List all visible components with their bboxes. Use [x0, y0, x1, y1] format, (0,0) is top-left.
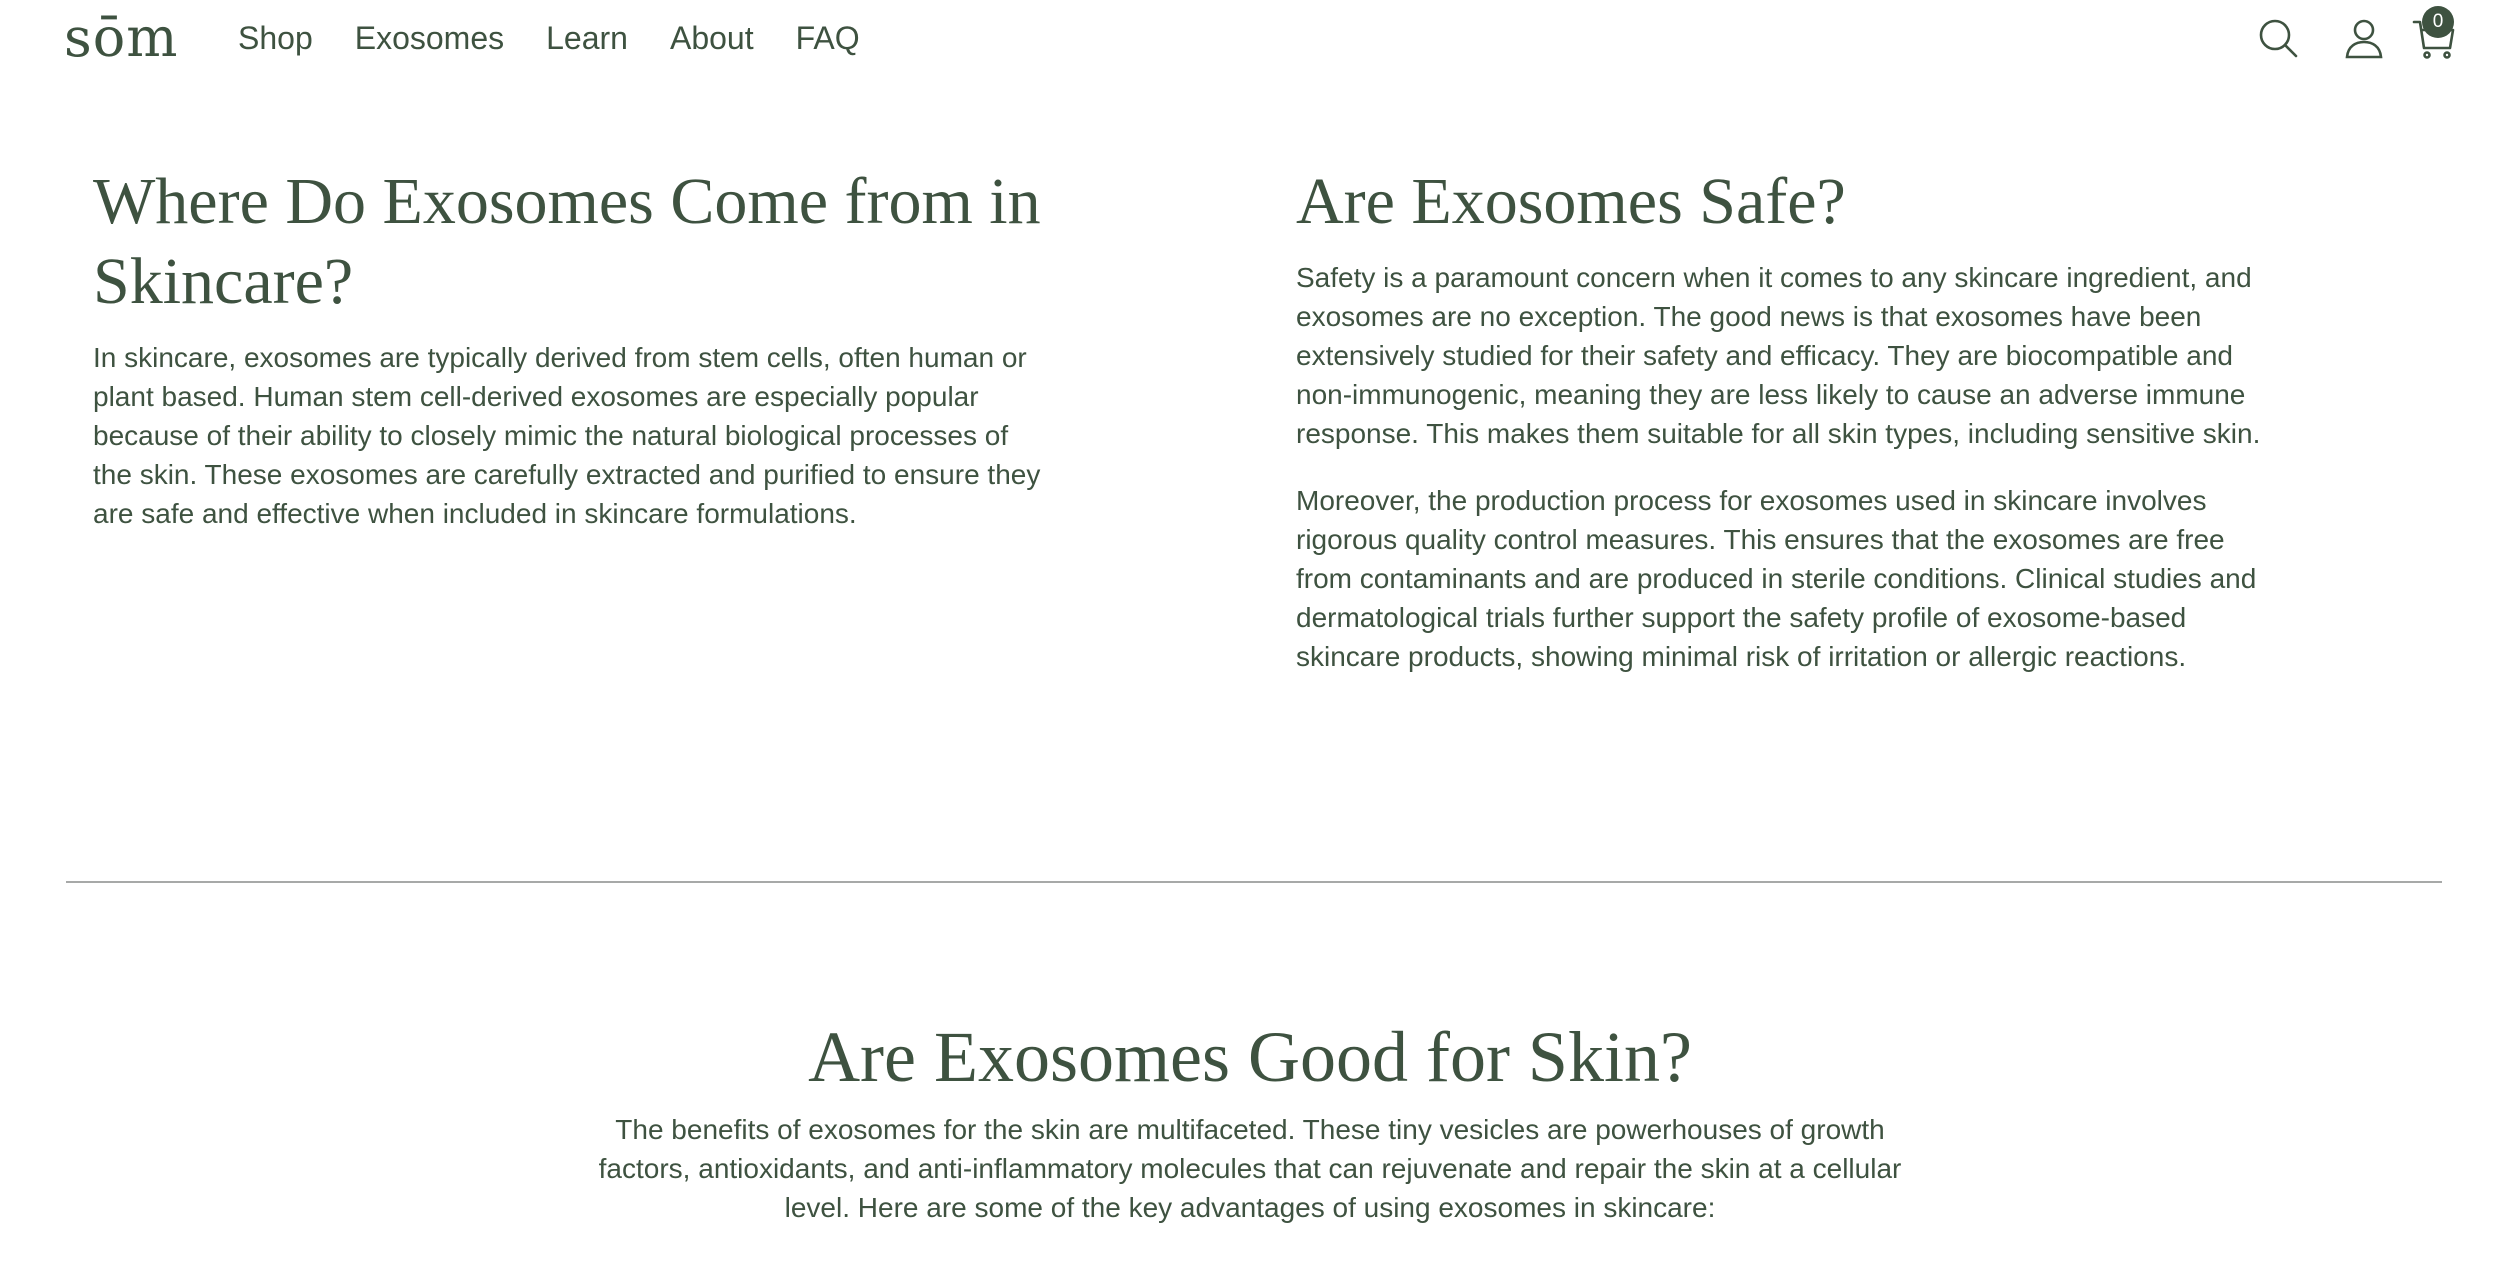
section-paragraph: The benefits of exosomes for the skin ar…	[598, 1114, 1902, 1223]
exosome-safety-section: Are Exosomes Safe? Safety is a paramount…	[1296, 162, 2276, 676]
section-title: Where Do Exosomes Come from in Skincare?	[93, 165, 1041, 318]
search-icon[interactable]	[2256, 16, 2300, 60]
nav-shop-link[interactable]: Shop	[238, 18, 313, 58]
account-icon[interactable]	[2342, 16, 2386, 60]
exosome-benefits-section: Are Exosomes Good for Skin? The benefits…	[0, 1012, 2500, 1227]
section-title: Are Exosomes Safe?	[1296, 165, 1846, 238]
section-paragraph: Safety is a paramount concern when it co…	[1296, 262, 2261, 449]
nav-about-link[interactable]: About	[670, 18, 754, 58]
section-divider	[66, 881, 2442, 883]
section-paragraph: In skincare, exosomes are typically deri…	[93, 342, 1041, 529]
cart-count-badge: 0	[2422, 6, 2454, 38]
brand-logo[interactable]: sōm	[64, 6, 178, 70]
section-title: Are Exosomes Good for Skin?	[808, 1017, 1692, 1097]
site-header: sōm Shop Exosomes Learn About FAQ 0	[0, 0, 2500, 80]
nav-learn-link[interactable]: Learn	[546, 18, 628, 58]
exosome-source-section: Where Do Exosomes Come from in Skincare?…	[93, 162, 1093, 533]
nav-exosomes-link[interactable]: Exosomes	[355, 18, 504, 58]
section-paragraph: Moreover, the production process for exo…	[1296, 485, 2257, 672]
nav-faq-link[interactable]: FAQ	[796, 18, 860, 58]
main-nav: Shop Exosomes Learn About FAQ	[238, 18, 902, 58]
